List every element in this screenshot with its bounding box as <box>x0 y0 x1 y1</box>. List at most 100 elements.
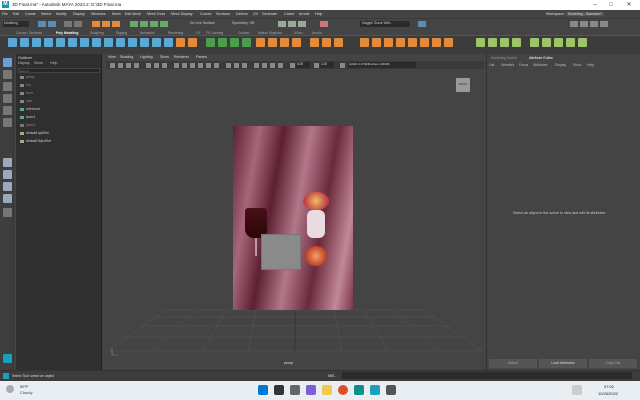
poly-cone-icon[interactable] <box>44 38 53 47</box>
poly-plane-icon[interactable] <box>68 38 77 47</box>
wireframe-on-shaded-icon[interactable] <box>190 63 195 68</box>
attr-menu-list[interactable]: List <box>489 63 494 67</box>
chat-icon[interactable] <box>306 385 316 395</box>
xray-joints-icon[interactable] <box>270 63 275 68</box>
mel-label[interactable]: MEL <box>328 374 335 378</box>
viewport-panel[interactable]: View Shading Lighting Show Renderer Pane… <box>106 54 484 370</box>
view-cube[interactable]: FRONT <box>456 78 470 92</box>
menu-display[interactable]: Display <box>73 12 85 16</box>
snap-view-icon[interactable] <box>160 21 168 27</box>
windows-start-icon[interactable] <box>258 385 268 395</box>
outliner-item-ipom2[interactable]: ipom2 <box>20 123 35 127</box>
clock-date[interactable]: 10/26/2022 <box>598 391 618 396</box>
poly-cylinder-icon[interactable] <box>32 38 41 47</box>
paint-select-tool-icon[interactable] <box>3 82 12 91</box>
slide-edge-icon[interactable] <box>396 38 405 47</box>
motion-blur-icon[interactable] <box>234 63 239 68</box>
poly-disc-icon[interactable] <box>80 38 89 47</box>
render-icon[interactable] <box>278 21 286 27</box>
attr-menu-display[interactable]: Display <box>555 63 566 67</box>
app-taskbar-icon[interactable] <box>386 385 396 395</box>
weather-cloudy-icon[interactable] <box>6 385 14 393</box>
toggle-tool-settings-icon[interactable] <box>590 21 598 27</box>
bridge-icon[interactable] <box>268 38 277 47</box>
select-component-icon[interactable] <box>112 21 120 27</box>
mirror-icon[interactable] <box>578 38 587 47</box>
scale-tool-icon[interactable] <box>3 118 12 127</box>
toggle-attribute-editor-icon[interactable] <box>580 21 588 27</box>
poly-sphere-icon[interactable] <box>8 38 17 47</box>
maya-taskbar-icon[interactable] <box>370 385 380 395</box>
outliner-item-ipom1[interactable]: ipom1 <box>20 115 35 119</box>
poly-torus-icon[interactable] <box>56 38 65 47</box>
freeze-transform-icon[interactable] <box>542 38 551 47</box>
multi-cut-icon[interactable] <box>310 38 319 47</box>
attr-menu-attributes[interactable]: Attributes <box>533 63 547 67</box>
undo-icon[interactable] <box>64 21 72 27</box>
viewport-menu-lighting[interactable]: Lighting <box>140 55 153 59</box>
four-view-layout-icon[interactable] <box>3 170 12 179</box>
color-management-icon[interactable] <box>340 63 345 68</box>
render-view-icon[interactable] <box>288 21 296 27</box>
viewport-menu-renderer[interactable]: Renderer <box>174 55 189 59</box>
folder-icon[interactable] <box>38 21 46 27</box>
image-plane-toggle-icon[interactable] <box>134 63 139 68</box>
bookmark-icon[interactable] <box>126 63 131 68</box>
quad-draw-icon[interactable] <box>360 38 369 47</box>
anti-aliasing-icon[interactable] <box>242 63 247 68</box>
menu-mesh-tools[interactable]: Mesh Tools <box>147 12 165 16</box>
menu-edit-mesh[interactable]: Edit Mesh <box>125 12 141 16</box>
gamma-icon[interactable] <box>314 63 319 68</box>
wifi-volume-icon[interactable] <box>572 385 582 395</box>
minimize-button[interactable]: – <box>588 0 602 10</box>
uv-editor-icon[interactable] <box>476 38 485 47</box>
attr-menu-focus[interactable]: Focus <box>519 63 528 67</box>
move-tool-icon[interactable] <box>3 94 12 103</box>
menu-arnold[interactable]: Arnold <box>299 12 309 16</box>
arnold-render-icon[interactable] <box>320 21 328 27</box>
clock-time[interactable]: 07:02 <box>604 384 614 389</box>
resolution-gate-icon[interactable] <box>162 63 167 68</box>
reference-image-plane[interactable] <box>233 126 353 310</box>
poly-helix-icon[interactable] <box>128 38 137 47</box>
select-button[interactable]: Select <box>489 359 537 368</box>
film-gate-icon[interactable] <box>154 63 159 68</box>
select-hierarchy-icon[interactable] <box>92 21 100 27</box>
menu-deform[interactable]: Deform <box>236 12 248 16</box>
bevel-icon[interactable] <box>280 38 289 47</box>
tab-modeling-toolkit[interactable]: Modeling Toolkit <box>491 56 517 60</box>
menu-generate[interactable]: Generate <box>262 12 277 16</box>
menu-windows[interactable]: Windows <box>91 12 106 16</box>
symmetry-label[interactable]: Symmetry: Off <box>232 21 254 25</box>
toggle-modeling-toolkit-icon[interactable] <box>570 21 578 27</box>
smooth-shade-icon[interactable] <box>182 63 187 68</box>
outliner-menu-help[interactable]: Help <box>50 61 57 65</box>
view-transform-dropdown[interactable]: ACES 1.0 SDR-video (sRGB) <box>348 62 416 68</box>
append-polygon-icon[interactable] <box>408 38 417 47</box>
snap-curve-icon[interactable] <box>140 21 148 27</box>
load-attributes-button[interactable]: Load Attributes <box>539 359 587 368</box>
unfold-icon[interactable] <box>512 38 521 47</box>
menu-help[interactable]: Help <box>315 12 322 16</box>
outliner-layout-icon[interactable] <box>3 182 12 191</box>
exposure-field[interactable]: 0.00 <box>296 62 310 68</box>
reverse-normals-icon[interactable] <box>566 38 575 47</box>
file-explorer-icon[interactable] <box>322 385 332 395</box>
outliner-item-top[interactable]: top <box>20 83 31 87</box>
menu-mesh[interactable]: Mesh <box>112 12 121 16</box>
camera-attributes-icon[interactable] <box>118 63 123 68</box>
outliner-item-persp[interactable]: persp <box>20 75 34 79</box>
weather-temperature[interactable]: 59°F <box>20 384 29 389</box>
tab-attribute-editor[interactable]: Attribute Editor <box>529 56 553 60</box>
snap-point-icon[interactable] <box>150 21 158 27</box>
fill-hole-icon[interactable] <box>292 38 301 47</box>
exposure-icon[interactable] <box>290 63 295 68</box>
wireframe-icon[interactable] <box>174 63 179 68</box>
lasso-tool-icon[interactable] <box>3 70 12 79</box>
xray-components-icon[interactable] <box>278 63 283 68</box>
attr-menu-help[interactable]: Help <box>587 63 594 67</box>
maximize-button[interactable]: □ <box>604 0 618 10</box>
outliner-menu-display[interactable]: Display <box>18 61 30 65</box>
chrome-icon[interactable] <box>338 385 348 395</box>
mode-dropdown[interactable]: Modeling <box>3 21 29 27</box>
